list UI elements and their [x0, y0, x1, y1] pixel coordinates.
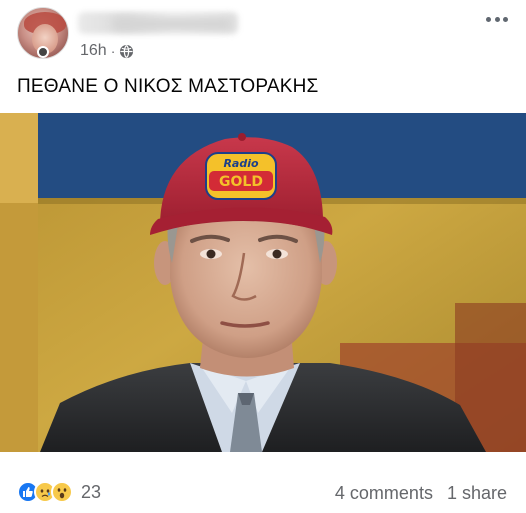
photo-illustration: Radio GOLD — [0, 113, 526, 452]
reaction-count: 23 — [81, 481, 102, 502]
reactions-summary[interactable]: 23 — [17, 481, 101, 503]
engagement-counts: 4 comments 1 share — [335, 483, 507, 504]
post-text: ΠΕΘΑΝΕ Ο ΝΙΚΟΣ ΜΑΣΤΟΡΑΚΗΣ — [17, 76, 319, 97]
cap-logo-text-gold: GOLD — [219, 174, 263, 190]
post-footer: 23 4 comments 1 share — [0, 472, 526, 512]
wow-icon — [51, 481, 73, 503]
author-avatar[interactable] — [17, 7, 69, 59]
post-header: 16h · — [0, 0, 526, 70]
meta-separator: · — [110, 43, 116, 59]
post-meta: 16h · — [80, 41, 134, 61]
post-photo[interactable]: Radio GOLD — [0, 113, 526, 452]
globe-icon — [120, 44, 134, 58]
cap-logo-text-radio: Radio — [223, 157, 259, 170]
avatar-badge — [37, 46, 49, 58]
comments-count[interactable]: 4 comments — [335, 483, 433, 504]
post-time[interactable]: 16h — [80, 42, 107, 60]
shares-count[interactable]: 1 share — [447, 483, 507, 504]
more-options-icon[interactable] — [482, 8, 512, 30]
